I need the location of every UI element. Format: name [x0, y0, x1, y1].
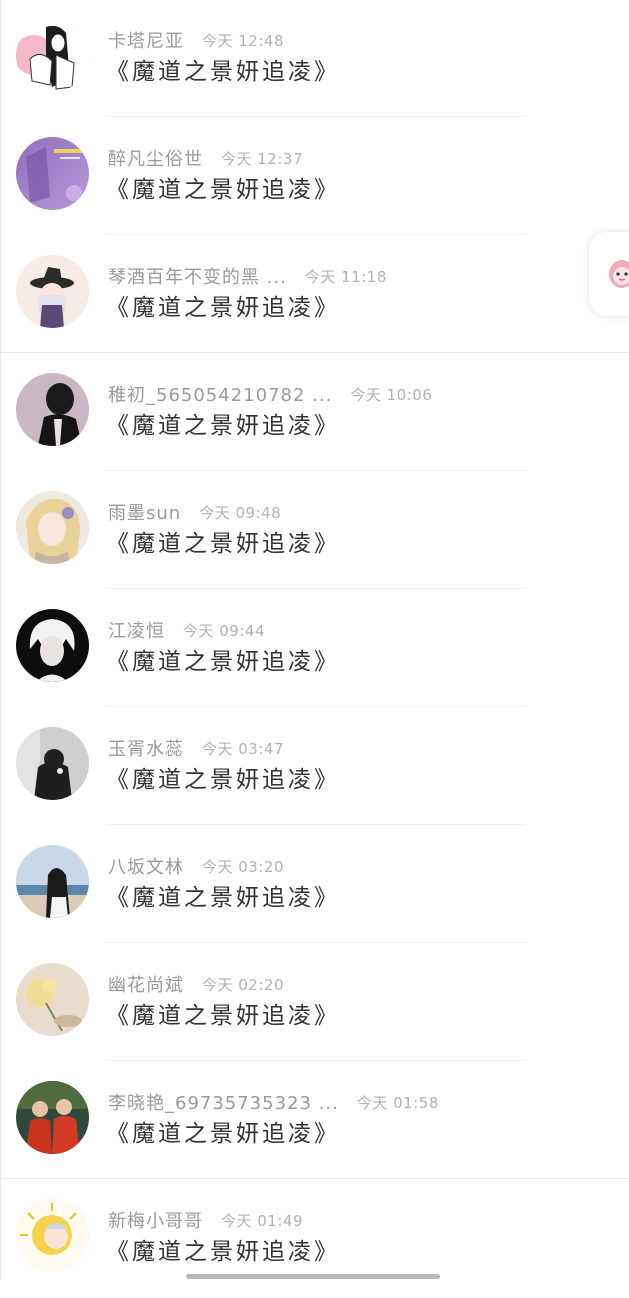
timestamp: 今天 09:44 — [183, 621, 265, 640]
divider — [106, 706, 526, 707]
timestamp: 今天 11:18 — [304, 267, 387, 286]
list-item[interactable]: 醉凡尘俗世 今天 12:37 《魔道之景妍追凌》 — [0, 118, 629, 236]
divider — [106, 942, 526, 943]
timestamp: 今天 12:37 — [221, 149, 303, 168]
avatar[interactable] — [16, 1199, 89, 1272]
divider — [106, 824, 526, 825]
message-preview[interactable]: 《魔道之景妍追凌》 — [106, 528, 340, 560]
white-hair-anime-avatar — [16, 609, 89, 682]
avatar[interactable] — [16, 491, 89, 564]
divider — [106, 116, 526, 117]
message-preview[interactable]: 《魔道之景妍追凌》 — [106, 646, 340, 678]
avatar[interactable] — [16, 1081, 89, 1154]
anime-witch-avatar — [16, 255, 89, 328]
sender-name[interactable]: 琴酒百年不变的黑 ... — [108, 263, 287, 289]
avatar[interactable] — [16, 727, 89, 800]
timestamp: 今天 10:06 — [350, 385, 433, 404]
flower-avatar — [16, 963, 89, 1036]
floating-assistant-button[interactable] — [589, 232, 629, 316]
avatar[interactable] — [16, 609, 89, 682]
list-item[interactable]: 卡塔尼亚 今天 12:48 《魔道之景妍追凌》 — [0, 0, 629, 118]
avatar[interactable] — [16, 137, 89, 210]
purple-poster-avatar — [16, 137, 89, 210]
couple-red-avatar — [16, 1081, 89, 1154]
message-preview[interactable]: 《魔道之景妍追凌》 — [106, 56, 340, 88]
timestamp: 今天 02:20 — [202, 975, 284, 994]
anime-sketch-avatar — [16, 19, 89, 92]
gray-figure-avatar — [16, 727, 89, 800]
timestamp: 今天 09:48 — [199, 503, 282, 522]
list-item[interactable]: 玉胥水蕊 今天 03:47 《魔道之景妍追凌》 — [0, 708, 629, 826]
avatar[interactable] — [16, 845, 89, 918]
blonde-anime-avatar — [16, 491, 89, 564]
pink-mascot-icon — [609, 260, 629, 288]
list-item[interactable]: 雨墨sun 今天 09:48 《魔道之景妍追凌》 — [0, 472, 629, 590]
sender-name[interactable]: 江凌恒 — [108, 617, 165, 643]
beach-girl-avatar — [16, 845, 89, 918]
sender-name[interactable]: 稚初_565054210782 ... — [108, 381, 332, 407]
timestamp: 今天 03:20 — [202, 857, 284, 876]
sender-name[interactable]: 李晓艳_69735735323 ... — [108, 1089, 339, 1115]
sender-name[interactable]: 醉凡尘俗世 — [108, 145, 203, 171]
timestamp: 今天 12:48 — [202, 31, 284, 50]
sender-name[interactable]: 玉胥水蕊 — [108, 735, 184, 761]
timestamp: 今天 01:49 — [221, 1211, 303, 1230]
avatar[interactable] — [16, 255, 89, 328]
message-preview[interactable]: 《魔道之景妍追凌》 — [106, 882, 340, 914]
list-item[interactable]: 江凌恒 今天 09:44 《魔道之景妍追凌》 — [0, 590, 629, 708]
avatar[interactable] — [16, 373, 89, 446]
avatar[interactable] — [16, 963, 89, 1036]
divider — [0, 352, 629, 353]
home-indicator[interactable] — [186, 1274, 440, 1279]
avatar[interactable] — [16, 19, 89, 92]
timestamp: 今天 01:58 — [356, 1093, 439, 1112]
dark-portrait-avatar — [16, 373, 89, 446]
list-item[interactable]: 幽花尚斌 今天 02:20 《魔道之景妍追凌》 — [0, 944, 629, 1062]
message-preview[interactable]: 《魔道之景妍追凌》 — [106, 292, 340, 324]
message-preview[interactable]: 《魔道之景妍追凌》 — [106, 410, 340, 442]
sender-name[interactable]: 幽花尚斌 — [108, 971, 184, 997]
sender-name[interactable]: 雨墨sun — [108, 499, 181, 525]
list-item[interactable]: 稚初_565054210782 ... 今天 10:06 《魔道之景妍追凌》 — [0, 354, 629, 472]
list-item[interactable]: 八坂文林 今天 03:20 《魔道之景妍追凌》 — [0, 826, 629, 944]
message-preview[interactable]: 《魔道之景妍追凌》 — [106, 174, 340, 206]
message-preview[interactable]: 《魔道之景妍追凌》 — [106, 1236, 340, 1268]
list-item[interactable]: 李晓艳_69735735323 ... 今天 01:58 《魔道之景妍追凌》 — [0, 1062, 629, 1180]
message-preview[interactable]: 《魔道之景妍追凌》 — [106, 764, 340, 796]
message-preview[interactable]: 《魔道之景妍追凌》 — [106, 1118, 340, 1150]
divider — [0, 1178, 629, 1179]
divider — [106, 588, 526, 589]
list-item[interactable]: 新梅小哥哥 今天 01:49 《魔道之景妍追凌》 — [0, 1180, 629, 1298]
divider — [106, 1060, 526, 1061]
sender-name[interactable]: 卡塔尼亚 — [108, 27, 184, 53]
sun-baby-avatar — [16, 1199, 89, 1272]
message-preview[interactable]: 《魔道之景妍追凌》 — [106, 1000, 340, 1032]
list-item[interactable]: 琴酒百年不变的黑 ... 今天 11:18 《魔道之景妍追凌》 — [0, 236, 629, 354]
divider — [106, 470, 526, 471]
sender-name[interactable]: 新梅小哥哥 — [108, 1207, 203, 1233]
timestamp: 今天 03:47 — [202, 739, 284, 758]
divider — [106, 234, 526, 235]
sender-name[interactable]: 八坂文林 — [108, 853, 184, 879]
